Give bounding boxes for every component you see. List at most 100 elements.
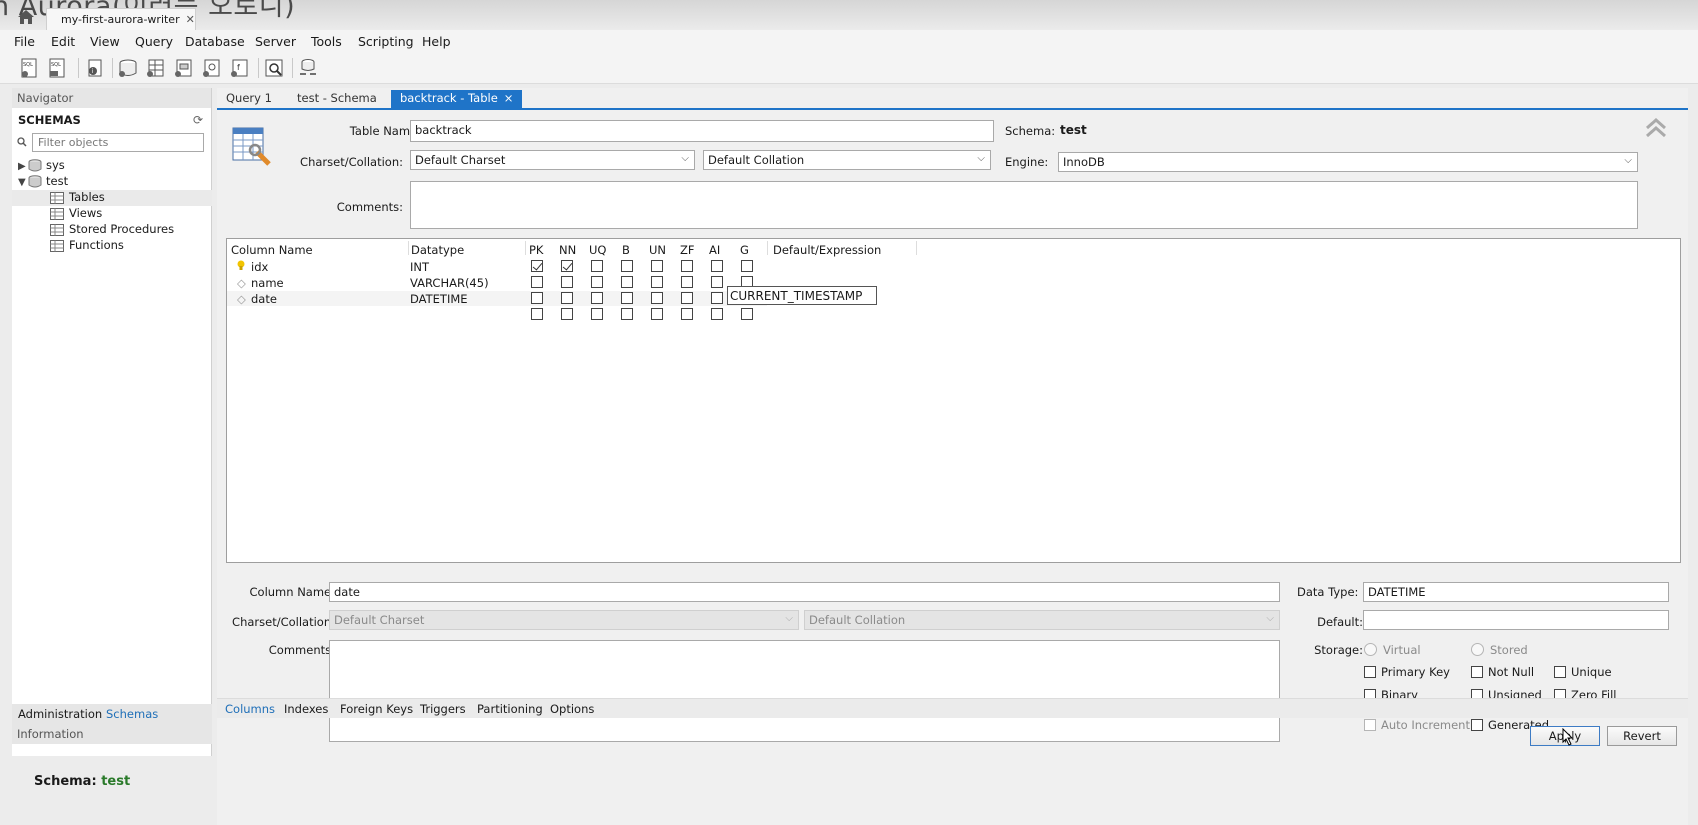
tree-item-stored-procedures[interactable]: Stored Procedures	[50, 222, 174, 238]
menu-edit[interactable]: Edit	[51, 34, 75, 49]
connection-tab[interactable]: my-first-aurora-writer ✕	[46, 8, 196, 30]
filter-objects-input[interactable]: Filter objects	[32, 133, 204, 152]
new-sql-tab-icon[interactable]: SQL	[18, 56, 42, 80]
open-sql-file-icon[interactable]: SQL	[46, 56, 70, 80]
nn-checkbox[interactable]	[561, 308, 573, 320]
create-function-icon[interactable]: f	[228, 56, 252, 80]
nn-checkbox[interactable]	[561, 260, 573, 272]
zf-checkbox[interactable]	[681, 276, 693, 288]
unique-checkbox[interactable]	[1554, 666, 1566, 678]
close-icon[interactable]: ✕	[186, 13, 195, 26]
pk-checkbox[interactable]	[531, 276, 543, 288]
menu-database[interactable]: Database	[185, 34, 245, 49]
tab-foreign-keys[interactable]: Foreign Keys	[340, 702, 413, 716]
tab-query-1[interactable]: Query 1	[217, 90, 281, 108]
column-comments-textarea[interactable]	[329, 640, 1280, 742]
table-row[interactable]	[227, 307, 1680, 322]
menu-server[interactable]: Server	[255, 34, 296, 49]
default-input[interactable]	[1363, 610, 1669, 630]
un-checkbox[interactable]	[651, 276, 663, 288]
tree-item-views[interactable]: Views	[50, 206, 102, 222]
uq-checkbox[interactable]	[591, 292, 603, 304]
menu-view[interactable]: View	[90, 34, 120, 49]
g-checkbox[interactable]	[741, 260, 753, 272]
tree-item-functions[interactable]: Functions	[50, 238, 124, 254]
charset-select[interactable]: Default Charset ⌵	[410, 150, 695, 170]
not-null-checkbox[interactable]	[1471, 666, 1483, 678]
column-collation-select: Default Collation ⌵	[804, 610, 1280, 630]
create-view-icon[interactable]	[172, 56, 196, 80]
table-row[interactable]: ◇ name VARCHAR(45)	[227, 275, 1680, 290]
g-checkbox[interactable]	[741, 308, 753, 320]
b-checkbox[interactable]	[621, 292, 633, 304]
table-comments-textarea[interactable]	[410, 181, 1638, 229]
uq-checkbox[interactable]	[591, 276, 603, 288]
table-name-input[interactable]: backtrack	[410, 120, 994, 142]
un-checkbox[interactable]	[651, 260, 663, 272]
unique-label: Unique	[1571, 665, 1612, 679]
home-icon[interactable]	[16, 8, 36, 26]
inspector-icon[interactable]: i	[83, 56, 107, 80]
zf-checkbox[interactable]	[681, 308, 693, 320]
tab-columns[interactable]: Columns	[225, 702, 275, 716]
collapse-arrow-icon[interactable]: ▼	[18, 177, 28, 188]
table-row[interactable]: idx INT	[227, 259, 1680, 274]
expand-arrow-icon[interactable]: ▶	[18, 161, 28, 172]
menu-scripting[interactable]: Scripting	[358, 34, 414, 49]
zf-checkbox[interactable]	[681, 292, 693, 304]
uq-checkbox[interactable]	[591, 308, 603, 320]
primary-key-checkbox[interactable]	[1364, 666, 1376, 678]
collapse-up-icon[interactable]	[1645, 117, 1667, 141]
table-row[interactable]: ◇ date DATETIME	[227, 291, 767, 306]
create-procedure-icon[interactable]	[200, 56, 224, 80]
ai-checkbox[interactable]	[711, 308, 723, 320]
revert-button[interactable]: Revert	[1607, 726, 1677, 746]
create-table-icon[interactable]	[144, 56, 168, 80]
menu-tools[interactable]: Tools	[311, 34, 342, 49]
engine-select[interactable]: InnoDB ⌵	[1058, 152, 1638, 172]
virtual-radio[interactable]	[1364, 643, 1377, 656]
tree-item-sys[interactable]: ▶ sys	[18, 158, 65, 174]
un-checkbox[interactable]	[651, 308, 663, 320]
b-checkbox[interactable]	[621, 276, 633, 288]
collation-select[interactable]: Default Collation ⌵	[703, 150, 991, 170]
tree-item-tables[interactable]: Tables	[12, 190, 212, 206]
data-type-input[interactable]: DATETIME	[1363, 582, 1669, 602]
tab-triggers[interactable]: Triggers	[420, 702, 466, 716]
engine-label: Engine:	[1005, 155, 1049, 169]
nn-checkbox[interactable]	[561, 292, 573, 304]
column-charset-value: Default Charset	[334, 613, 425, 627]
un-checkbox[interactable]	[651, 292, 663, 304]
zf-checkbox[interactable]	[681, 260, 693, 272]
ai-checkbox[interactable]	[711, 276, 723, 288]
menu-help[interactable]: Help	[422, 34, 451, 49]
tab-partitioning[interactable]: Partitioning	[477, 702, 543, 716]
tab-options[interactable]: Options	[550, 702, 594, 716]
b-checkbox[interactable]	[621, 260, 633, 272]
pk-checkbox[interactable]	[531, 308, 543, 320]
ai-checkbox[interactable]	[711, 260, 723, 272]
column-name-input[interactable]: date	[329, 582, 1280, 602]
generated-checkbox[interactable]	[1471, 719, 1483, 731]
tab-test-schema[interactable]: test - Schema	[288, 90, 386, 108]
stored-radio[interactable]	[1471, 643, 1484, 656]
tab-indexes[interactable]: Indexes	[284, 702, 328, 716]
search-table-data-icon[interactable]	[262, 56, 286, 80]
uq-checkbox[interactable]	[591, 260, 603, 272]
close-icon[interactable]: ×	[504, 91, 514, 105]
ai-checkbox[interactable]	[711, 292, 723, 304]
nn-checkbox[interactable]	[561, 276, 573, 288]
menu-file[interactable]: File	[14, 34, 35, 49]
reconnect-icon[interactable]	[296, 56, 320, 80]
pk-checkbox[interactable]	[531, 260, 543, 272]
tab-backtrack-table[interactable]: backtrack - Table ×	[391, 90, 523, 108]
b-checkbox[interactable]	[621, 308, 633, 320]
tab-administration[interactable]: Administration	[18, 707, 102, 721]
pk-checkbox[interactable]	[531, 292, 543, 304]
create-schema-icon[interactable]	[116, 56, 140, 80]
menu-query[interactable]: Query	[135, 34, 173, 49]
refresh-icon[interactable]: ⟳	[193, 113, 203, 127]
tab-schemas[interactable]: Schemas	[106, 707, 158, 721]
tree-item-test[interactable]: ▼ test	[18, 174, 68, 190]
default-expression-input[interactable]: CURRENT_TIMESTAMP	[727, 286, 877, 305]
